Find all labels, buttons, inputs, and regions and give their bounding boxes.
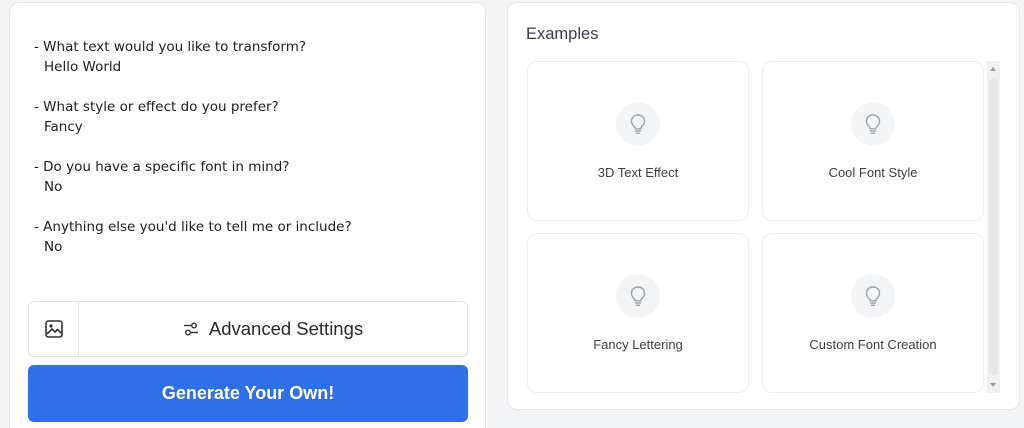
answer-text: Hello World [44, 59, 122, 75]
examples-scrollbar[interactable] [987, 61, 1000, 393]
qa-item: - What text would you like to transform?… [34, 37, 474, 77]
example-card-label: Fancy Lettering [593, 337, 683, 352]
answer-text: Fancy [44, 119, 83, 135]
qa-item: - Do you have a specific font in mind? N… [34, 157, 474, 197]
settings-row: Advanced Settings [28, 301, 468, 357]
example-card[interactable]: Fancy Lettering [527, 233, 749, 393]
generate-button[interactable]: Generate Your Own! [28, 365, 468, 422]
qa-item: - What style or effect do you prefer? Fa… [34, 97, 474, 137]
lightbulb-icon [851, 274, 895, 318]
example-card-label: Custom Font Creation [809, 337, 937, 352]
question-text: - Anything else you'd like to tell me or… [34, 219, 352, 235]
question-text: - What style or effect do you prefer? [34, 99, 279, 115]
lightbulb-icon [616, 274, 660, 318]
examples-panel: Examples 3D Text Effect Cool Font Style … [507, 2, 1020, 410]
advanced-settings-label: Advanced Settings [208, 318, 364, 339]
examples-grid: 3D Text Effect Cool Font Style Fancy Let… [527, 61, 987, 393]
question-text: - What text would you like to transform? [34, 39, 307, 55]
image-icon [44, 320, 63, 338]
scrollbar-thumb[interactable] [989, 79, 998, 375]
question-text: - Do you have a specific font in mind? [34, 159, 290, 175]
example-card[interactable]: 3D Text Effect [527, 61, 749, 221]
answer-text: No [44, 179, 63, 195]
sliders-icon [183, 322, 198, 336]
lightbulb-icon [616, 102, 660, 146]
lightbulb-icon [851, 102, 895, 146]
scroll-up-icon[interactable] [990, 67, 996, 71]
example-card[interactable]: Cool Font Style [762, 61, 984, 221]
examples-title: Examples [526, 25, 599, 43]
upload-image-button[interactable] [29, 302, 79, 356]
example-card-label: 3D Text Effect [597, 165, 679, 180]
prompt-text[interactable]: - What text would you like to transform?… [34, 37, 474, 277]
example-card-label: Cool Font Style [828, 165, 918, 180]
qa-item: - Anything else you'd like to tell me or… [34, 217, 474, 257]
scroll-down-icon[interactable] [990, 383, 996, 387]
prompt-panel: - What text would you like to transform?… [9, 2, 486, 428]
advanced-settings-button[interactable]: Advanced Settings [79, 302, 467, 356]
example-card[interactable]: Custom Font Creation [762, 233, 984, 393]
answer-text: No [44, 239, 63, 255]
